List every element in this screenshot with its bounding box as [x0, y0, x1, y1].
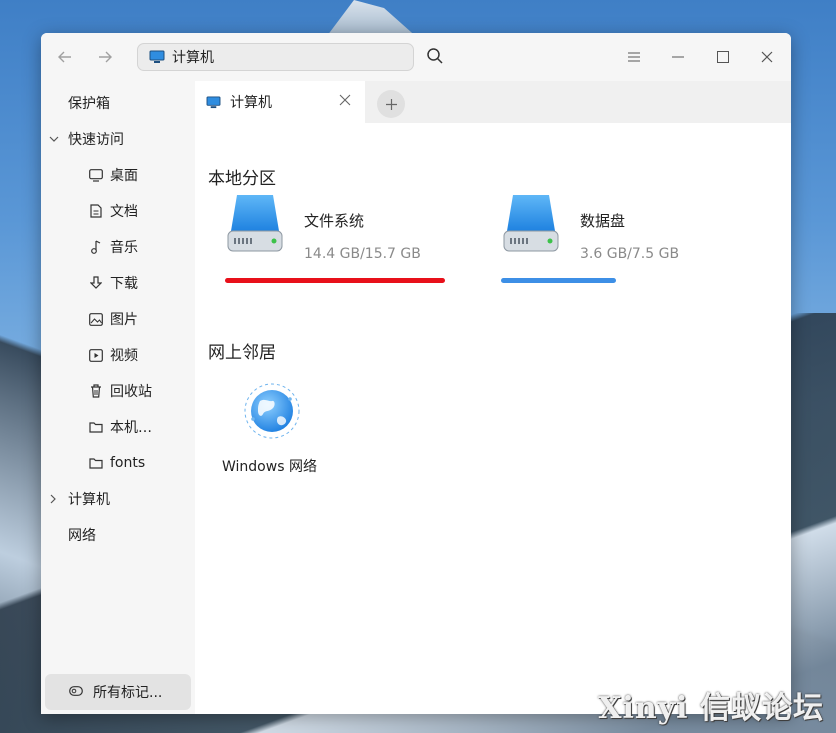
video-icon: [88, 347, 104, 363]
network-neighborhood-heading: 网上邻居: [208, 343, 276, 363]
document-icon: [88, 203, 104, 219]
new-tab-button[interactable]: [377, 90, 405, 118]
disk-usage: 14.4 GB/15.7 GB: [304, 246, 421, 262]
all-tags-label: 所有标记...: [93, 685, 163, 701]
watermark: Xinyi 信蚁论坛: [598, 691, 824, 726]
hard-drive-icon: [227, 195, 283, 252]
desktop-icon: [88, 167, 104, 183]
sidebar-item-fonts[interactable]: fonts: [88, 448, 145, 478]
chevron-down-icon: [49, 136, 59, 142]
trash-icon: [88, 383, 104, 399]
maximize-icon: [717, 51, 729, 63]
sidebar-item-network[interactable]: 网络: [68, 520, 96, 550]
sidebar-item-label: 网络: [68, 528, 96, 544]
close-icon: [339, 94, 351, 106]
download-icon: [88, 275, 104, 291]
search-button[interactable]: [426, 47, 446, 67]
sidebar-item-label: 文档: [110, 204, 138, 220]
menu-button[interactable]: [612, 33, 656, 81]
hard-drive-icon: [503, 195, 559, 252]
tab-bar: 计算机: [195, 81, 791, 123]
sidebar-item-local-folder[interactable]: 本机…: [88, 412, 152, 442]
address-bar[interactable]: 计算机: [137, 43, 414, 71]
sidebar-item-documents[interactable]: 文档: [88, 196, 138, 226]
arrow-right-icon: [99, 51, 112, 63]
windows-network-item[interactable]: Windows 网络: [217, 381, 327, 481]
sidebar-item-quick-access[interactable]: 快速访问: [49, 124, 124, 154]
sidebar-item-vault[interactable]: 保护箱: [68, 88, 110, 118]
minimize-button[interactable]: [656, 33, 700, 81]
tab-close-button[interactable]: [339, 94, 353, 108]
sidebar-item-label: 桌面: [110, 168, 138, 184]
sidebar-item-label: 视频: [110, 348, 138, 364]
titlebar: 计算机: [41, 33, 791, 81]
sidebar-item-label: 快速访问: [68, 132, 124, 148]
music-note-icon: [88, 239, 104, 255]
sidebar-item-trash[interactable]: 回收站: [88, 376, 152, 406]
sidebar-item-label: 图片: [110, 312, 138, 328]
sidebar-item-label: 保护箱: [68, 96, 110, 112]
sidebar-item-downloads[interactable]: 下载: [88, 268, 138, 298]
disk-usage: 3.6 GB/7.5 GB: [580, 246, 680, 262]
sidebar: 保护箱 快速访问 桌面 文档 音乐 下载 图片 视频 回收站 本机… fonts…: [41, 81, 195, 714]
globe-icon: [244, 383, 300, 439]
tab-computer[interactable]: 计算机: [195, 81, 365, 123]
sidebar-item-label: 下载: [110, 276, 138, 292]
disk-item[interactable]: 文件系统 14.4 GB/15.7 GB: [225, 193, 465, 313]
plus-icon: [385, 98, 397, 110]
computer-icon: [149, 50, 165, 63]
tag-icon: [69, 684, 83, 700]
chevron-right-icon: [50, 494, 56, 504]
arrow-left-icon: [58, 51, 71, 63]
sidebar-item-music[interactable]: 音乐: [88, 232, 138, 262]
sidebar-item-videos[interactable]: 视频: [88, 340, 138, 370]
sidebar-item-label: 计算机: [68, 492, 110, 508]
search-icon: [427, 48, 443, 64]
sidebar-item-label: fonts: [110, 455, 146, 471]
disk-usage-bar: [225, 278, 445, 283]
close-icon: [761, 51, 773, 63]
close-window-button[interactable]: [745, 33, 789, 81]
address-text: 计算机: [172, 50, 214, 66]
computer-icon: [206, 95, 221, 108]
sidebar-item-label: 本机…: [110, 420, 152, 436]
sidebar-item-pictures[interactable]: 图片: [88, 304, 138, 334]
maximize-button[interactable]: [701, 33, 745, 81]
minimize-icon: [672, 56, 684, 58]
tab-label: 计算机: [230, 95, 272, 111]
network-item-label: Windows 网络: [222, 459, 317, 475]
sidebar-item-computer[interactable]: 计算机: [49, 484, 110, 514]
disk-name: 文件系统: [304, 212, 365, 230]
sidebar-item-label: 回收站: [110, 384, 152, 400]
back-button[interactable]: [45, 33, 85, 81]
folder-icon: [88, 455, 104, 471]
main-content: 计算机 本地分区 文件系统 14.4 GB/15.7 GB 数据盘 3.6 GB…: [195, 81, 791, 714]
hamburger-menu-icon: [628, 52, 640, 62]
sidebar-item-desktop[interactable]: 桌面: [88, 160, 138, 190]
all-tags-button[interactable]: 所有标记...: [45, 674, 191, 710]
forward-button[interactable]: [85, 33, 125, 81]
disk-item[interactable]: 数据盘 3.6 GB/7.5 GB: [501, 193, 741, 313]
sidebar-item-label: 音乐: [110, 240, 138, 256]
file-manager-window: 计算机 保护箱 快速访问 桌面 文档 音乐 下载 图片 视频 回收站 本机… f…: [41, 33, 791, 714]
disk-name: 数据盘: [580, 212, 626, 230]
picture-icon: [88, 311, 104, 327]
folder-icon: [88, 419, 104, 435]
disk-usage-bar: [501, 278, 616, 283]
local-partitions-heading: 本地分区: [208, 169, 276, 189]
